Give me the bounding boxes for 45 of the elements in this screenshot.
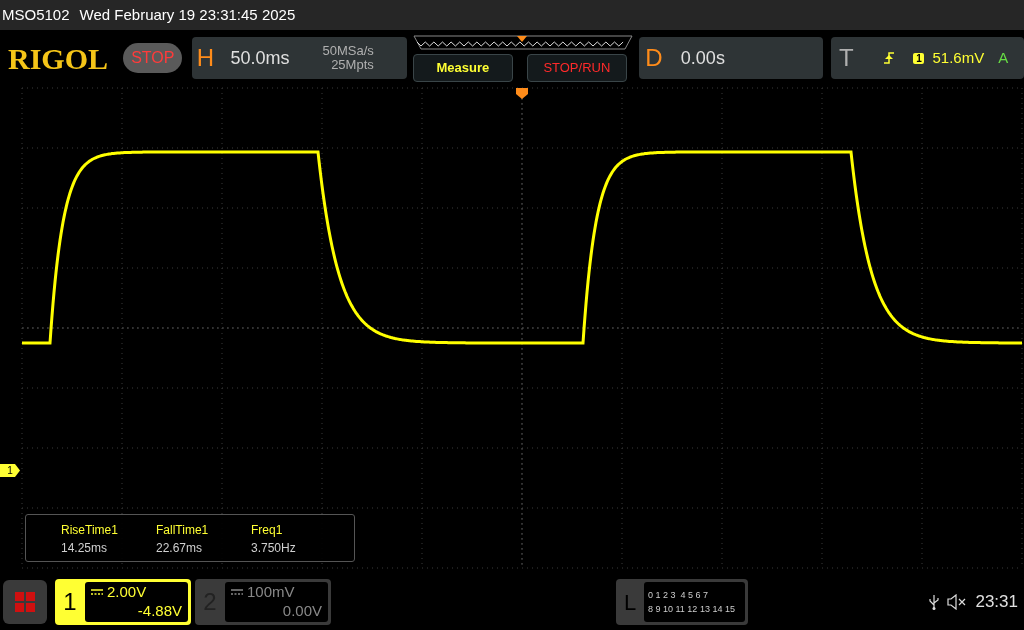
trigger-panel[interactable]: T 1 51.6mV A xyxy=(831,37,1024,79)
channel-scale: 2.00V xyxy=(107,582,147,601)
dc-coupling-icon xyxy=(91,588,103,595)
dc-coupling-icon xyxy=(231,588,243,595)
digital-channels: 0 1 2 3 4 5 6 7 xyxy=(648,589,710,602)
model-name: MSO5102 xyxy=(2,4,70,25)
menu-button[interactable] xyxy=(3,580,47,624)
speaker-muted-icon[interactable] xyxy=(947,594,968,610)
channel-offset: 0.00V xyxy=(282,601,322,620)
trigger-position-marker xyxy=(516,88,528,99)
clock-time: 23:31 xyxy=(975,591,1018,614)
rising-edge-icon xyxy=(883,52,896,64)
horizontal-label: H xyxy=(195,43,216,73)
measurement-name: Freq1 xyxy=(251,522,284,539)
measure-button[interactable]: Measure xyxy=(412,54,513,82)
measurement-value: 22.67ms xyxy=(156,540,204,557)
channel-scale: 100mV xyxy=(247,582,295,601)
measurement-name: RiseTime1 xyxy=(61,522,119,539)
delay-label: D xyxy=(644,43,664,73)
memory-depth: 25Mpts xyxy=(331,58,374,72)
logo: RIGOL xyxy=(8,40,110,77)
trigger-source-badge: 1 xyxy=(913,52,925,64)
logic-label: L xyxy=(622,588,638,617)
trigger-label: T xyxy=(838,43,855,73)
run-status-badge: STOP xyxy=(123,43,183,73)
channel-offset: -4.88V xyxy=(137,601,182,620)
measurement-name: FallTime1 xyxy=(156,522,210,539)
timebase-value: 50.0ms xyxy=(230,46,291,70)
trigger-mode: A xyxy=(998,47,1009,68)
delay-value: 0.00s xyxy=(680,46,725,70)
date-time: Wed February 19 23:31:45 2025 xyxy=(79,4,296,25)
channel-button[interactable]: 1 2.00V -4.88V xyxy=(55,579,191,625)
delay-panel[interactable]: D 0.00s xyxy=(638,37,824,79)
sample-rate: 50MSa/s xyxy=(322,44,374,58)
logic-button[interactable]: L 0 1 2 3 4 5 6 7 8 9 10 11 12 13 14 15 xyxy=(616,579,748,625)
measurement-value: 14.25ms xyxy=(61,540,109,557)
digital-channels: 8 9 10 11 12 13 14 15 xyxy=(648,603,736,616)
channel-level-marker: 1 xyxy=(0,464,20,477)
usb-icon xyxy=(929,594,940,610)
channel-number: 1 xyxy=(62,587,78,617)
measurement-value: 3.750Hz xyxy=(251,540,297,557)
horizontal-panel[interactable]: H 50.0ms 50MSa/s 25Mpts xyxy=(192,37,407,79)
grid-menu-icon xyxy=(14,591,36,613)
stop-run-button[interactable]: STOP/RUN xyxy=(526,54,627,82)
trigger-level: 51.6mV xyxy=(932,47,985,68)
